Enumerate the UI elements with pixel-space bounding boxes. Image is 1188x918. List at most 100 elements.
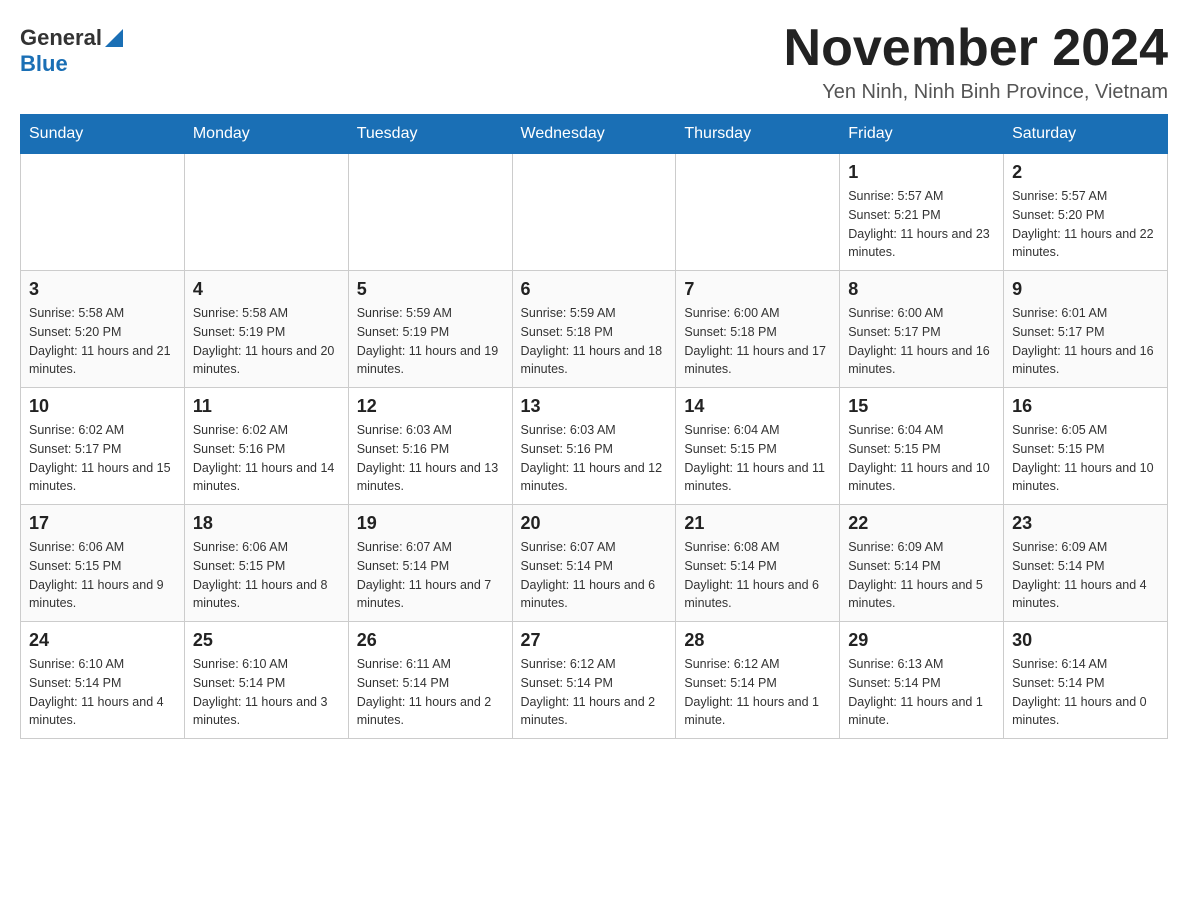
logo-blue-text: Blue: [20, 51, 68, 76]
table-row: 5 Sunrise: 5:59 AMSunset: 5:19 PMDaylight…: [348, 271, 512, 388]
table-row: 24 Sunrise: 6:10 AMSunset: 5:14 PMDayligh…: [21, 622, 185, 739]
day-number: 18: [193, 513, 340, 534]
day-number: 28: [684, 630, 831, 651]
day-info: Sunrise: 6:06 AMSunset: 5:15 PMDaylight:…: [193, 538, 340, 613]
calendar-week-row: 17 Sunrise: 6:06 AMSunset: 5:15 PMDayligh…: [21, 505, 1168, 622]
table-row: 9 Sunrise: 6:01 AMSunset: 5:17 PMDaylight…: [1004, 271, 1168, 388]
logo-triangle-icon: [105, 27, 123, 47]
day-number: 4: [193, 279, 340, 300]
table-row: 8Sunrise: 6:00 AMSunset: 5:17 PMDaylight…: [840, 271, 1004, 388]
day-number: 15: [848, 396, 995, 417]
table-row: 4 Sunrise: 5:58 AMSunset: 5:19 PMDaylight…: [184, 271, 348, 388]
day-number: 21: [684, 513, 831, 534]
header-thursday: Thursday: [676, 115, 840, 154]
table-row: [676, 154, 840, 271]
day-number: 20: [521, 513, 668, 534]
day-info: Sunrise: 5:59 AMSunset: 5:18 PMDaylight:…: [521, 304, 668, 379]
day-info: Sunrise: 6:02 AMSunset: 5:17 PMDaylight:…: [29, 421, 176, 496]
day-number: 9: [1012, 279, 1159, 300]
table-row: 25 Sunrise: 6:10 AMSunset: 5:14 PMDayligh…: [184, 622, 348, 739]
header-friday: Friday: [840, 115, 1004, 154]
day-number: 19: [357, 513, 504, 534]
table-row: 2 Sunrise: 5:57 AMSunset: 5:20 PMDaylight…: [1004, 154, 1168, 271]
day-number: 27: [521, 630, 668, 651]
table-row: 28Sunrise: 6:12 AMSunset: 5:14 PMDayligh…: [676, 622, 840, 739]
logo: General Blue: [20, 25, 123, 76]
day-number: 13: [521, 396, 668, 417]
day-number: 7: [684, 279, 831, 300]
day-info: Sunrise: 5:57 AMSunset: 5:20 PMDaylight:…: [1012, 187, 1159, 262]
day-info: Sunrise: 6:09 AMSunset: 5:14 PMDaylight:…: [848, 538, 995, 613]
day-info: Sunrise: 6:08 AMSunset: 5:14 PMDaylight:…: [684, 538, 831, 613]
table-row: 7Sunrise: 6:00 AMSunset: 5:18 PMDaylight…: [676, 271, 840, 388]
day-info: Sunrise: 5:57 AMSunset: 5:21 PMDaylight:…: [848, 187, 995, 262]
calendar-week-row: 3Sunrise: 5:58 AMSunset: 5:20 PMDaylight…: [21, 271, 1168, 388]
page-title: November 2024: [784, 20, 1168, 77]
table-row: 27 Sunrise: 6:12 AMSunset: 5:14 PMDayligh…: [512, 622, 676, 739]
day-number: 24: [29, 630, 176, 651]
day-number: 2: [1012, 162, 1159, 183]
table-row: 22 Sunrise: 6:09 AMSunset: 5:14 PMDayligh…: [840, 505, 1004, 622]
day-info: Sunrise: 6:04 AMSunset: 5:15 PMDaylight:…: [848, 421, 995, 496]
table-row: 19Sunrise: 6:07 AMSunset: 5:14 PMDayligh…: [348, 505, 512, 622]
day-info: Sunrise: 5:58 AMSunset: 5:19 PMDaylight:…: [193, 304, 340, 379]
table-row: 21 Sunrise: 6:08 AMSunset: 5:14 PMDayligh…: [676, 505, 840, 622]
header-wednesday: Wednesday: [512, 115, 676, 154]
day-info: Sunrise: 6:10 AMSunset: 5:14 PMDaylight:…: [193, 655, 340, 730]
day-number: 23: [1012, 513, 1159, 534]
title-block: November 2024 Yen Ninh, Ninh Binh Provin…: [784, 20, 1168, 104]
table-row: 15 Sunrise: 6:04 AMSunset: 5:15 PMDayligh…: [840, 388, 1004, 505]
table-row: 12 Sunrise: 6:03 AMSunset: 5:16 PMDayligh…: [348, 388, 512, 505]
day-number: 1: [848, 162, 995, 183]
calendar-header-row: Sunday Monday Tuesday Wednesday Thursday…: [21, 115, 1168, 154]
day-number: 30: [1012, 630, 1159, 651]
day-info: Sunrise: 6:06 AMSunset: 5:15 PMDaylight:…: [29, 538, 176, 613]
day-number: 25: [193, 630, 340, 651]
day-info: Sunrise: 6:12 AMSunset: 5:14 PMDaylight:…: [521, 655, 668, 730]
table-row: 23 Sunrise: 6:09 AMSunset: 5:14 PMDayligh…: [1004, 505, 1168, 622]
calendar-week-row: 10 Sunrise: 6:02 AMSunset: 5:17 PMDayligh…: [21, 388, 1168, 505]
day-info: Sunrise: 6:07 AMSunset: 5:14 PMDaylight:…: [521, 538, 668, 613]
day-number: 12: [357, 396, 504, 417]
day-number: 26: [357, 630, 504, 651]
table-row: 26Sunrise: 6:11 AMSunset: 5:14 PMDayligh…: [348, 622, 512, 739]
table-row: 3Sunrise: 5:58 AMSunset: 5:20 PMDaylight…: [21, 271, 185, 388]
header-tuesday: Tuesday: [348, 115, 512, 154]
table-row: 30Sunrise: 6:14 AMSunset: 5:14 PMDayligh…: [1004, 622, 1168, 739]
day-info: Sunrise: 6:01 AMSunset: 5:17 PMDaylight:…: [1012, 304, 1159, 379]
day-info: Sunrise: 6:10 AMSunset: 5:14 PMDaylight:…: [29, 655, 176, 730]
day-info: Sunrise: 5:59 AMSunset: 5:19 PMDaylight:…: [357, 304, 504, 379]
day-number: 5: [357, 279, 504, 300]
table-row: 13 Sunrise: 6:03 AMSunset: 5:16 PMDayligh…: [512, 388, 676, 505]
table-row: 18 Sunrise: 6:06 AMSunset: 5:15 PMDayligh…: [184, 505, 348, 622]
day-info: Sunrise: 6:03 AMSunset: 5:16 PMDaylight:…: [521, 421, 668, 496]
day-info: Sunrise: 6:02 AMSunset: 5:16 PMDaylight:…: [193, 421, 340, 496]
day-number: 10: [29, 396, 176, 417]
table-row: 6 Sunrise: 5:59 AMSunset: 5:18 PMDaylight…: [512, 271, 676, 388]
day-info: Sunrise: 6:04 AMSunset: 5:15 PMDaylight:…: [684, 421, 831, 496]
day-info: Sunrise: 6:09 AMSunset: 5:14 PMDaylight:…: [1012, 538, 1159, 613]
day-number: 16: [1012, 396, 1159, 417]
table-row: 29Sunrise: 6:13 AMSunset: 5:14 PMDayligh…: [840, 622, 1004, 739]
day-info: Sunrise: 6:00 AMSunset: 5:17 PMDaylight:…: [848, 304, 995, 379]
day-number: 29: [848, 630, 995, 651]
header-monday: Monday: [184, 115, 348, 154]
header-sunday: Sunday: [21, 115, 185, 154]
table-row: 16 Sunrise: 6:05 AMSunset: 5:15 PMDayligh…: [1004, 388, 1168, 505]
calendar-week-row: 1 Sunrise: 5:57 AMSunset: 5:21 PMDaylight…: [21, 154, 1168, 271]
table-row: [184, 154, 348, 271]
day-number: 22: [848, 513, 995, 534]
day-info: Sunrise: 6:03 AMSunset: 5:16 PMDaylight:…: [357, 421, 504, 496]
calendar-table: Sunday Monday Tuesday Wednesday Thursday…: [20, 114, 1168, 739]
page-subtitle: Yen Ninh, Ninh Binh Province, Vietnam: [784, 81, 1168, 104]
table-row: 20 Sunrise: 6:07 AMSunset: 5:14 PMDayligh…: [512, 505, 676, 622]
table-row: [512, 154, 676, 271]
table-row: [348, 154, 512, 271]
day-number: 17: [29, 513, 176, 534]
table-row: 11Sunrise: 6:02 AMSunset: 5:16 PMDayligh…: [184, 388, 348, 505]
day-number: 3: [29, 279, 176, 300]
table-row: 10 Sunrise: 6:02 AMSunset: 5:17 PMDayligh…: [21, 388, 185, 505]
day-number: 14: [684, 396, 831, 417]
day-number: 6: [521, 279, 668, 300]
day-info: Sunrise: 6:05 AMSunset: 5:15 PMDaylight:…: [1012, 421, 1159, 496]
